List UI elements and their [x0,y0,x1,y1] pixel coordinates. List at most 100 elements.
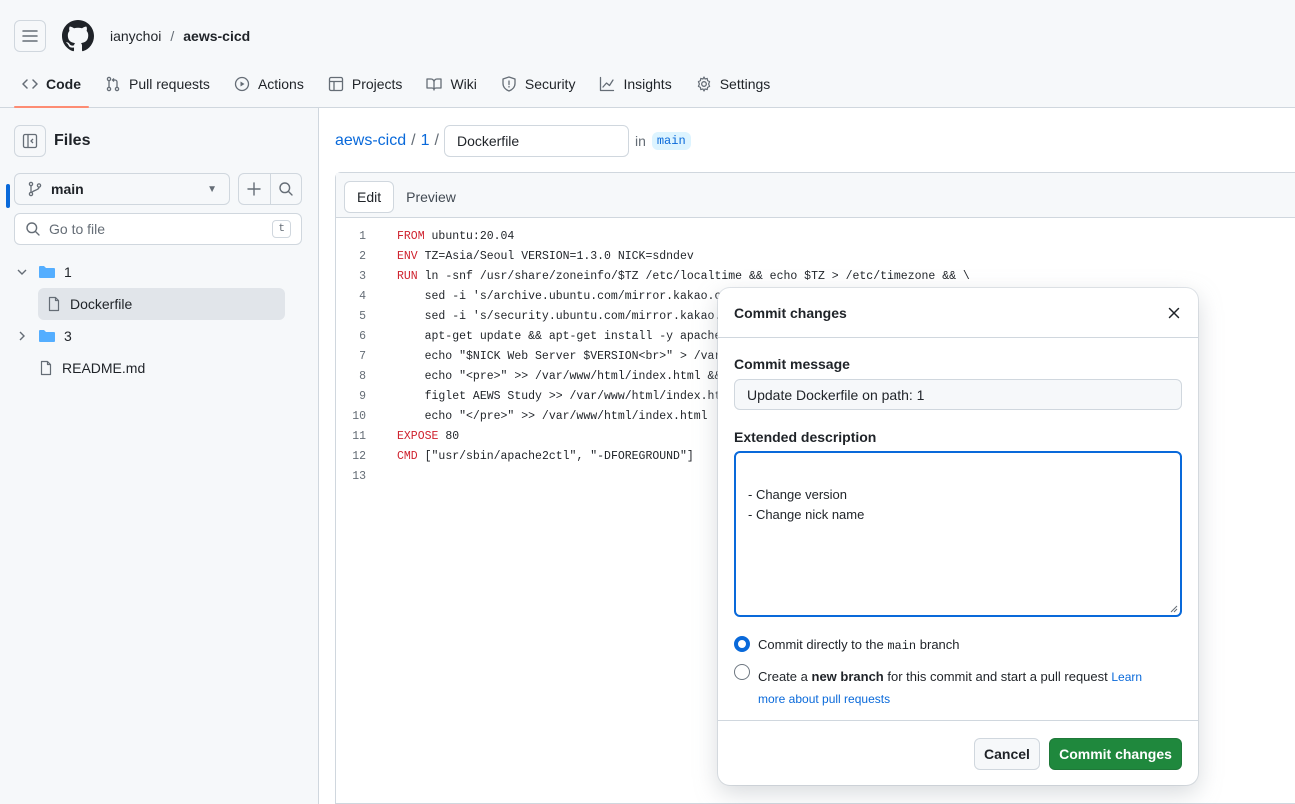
code-text: figlet AEWS Study >> /var/www/html/index… [397,390,736,403]
code-keyword: FROM [397,230,425,243]
github-logo-icon[interactable] [62,20,94,52]
code-line[interactable]: RUN ln -snf /usr/share/zoneinfo/$TZ /etc… [397,267,970,287]
commit-directly-radio[interactable] [734,636,750,652]
tab-actions[interactable]: Actions [226,66,312,102]
tab-wiki-label: Wiki [450,76,477,92]
search-files-button[interactable] [271,174,302,204]
path-separator: / [411,132,416,149]
learn-more-link-cont[interactable]: more about pull requests [758,692,890,706]
close-icon[interactable] [1166,305,1182,321]
repo-owner-link[interactable]: ianychoi [110,28,161,44]
line-number: 7 [359,350,366,363]
path-dir-link[interactable]: 1 [421,132,430,150]
menu-button[interactable] [14,20,46,52]
option1-suffix: branch [919,637,960,652]
line-number: 4 [359,290,366,303]
tree-folder-3[interactable]: 3 [14,320,294,352]
hamburger-icon [22,30,38,42]
code-line[interactable]: echo "</pre>" >> /var/www/html/index.htm… [397,407,708,427]
commit-directly-option[interactable]: Commit directly to the main branch [758,637,960,653]
code-text: ubuntu:20.04 [424,230,515,243]
sidebar-actions [238,173,302,205]
line-number: 9 [359,390,366,403]
caret-down-icon: ▼ [207,183,217,195]
book-icon [426,78,443,91]
branch-name: main [51,181,84,197]
tab-insights[interactable]: Insights [591,66,679,102]
tree-file-readme[interactable]: README.md [38,352,294,384]
plus-icon [247,182,261,196]
cancel-button[interactable]: Cancel [974,738,1040,770]
tree-item-label: 1 [64,264,72,280]
tab-wiki[interactable]: Wiki [418,66,484,102]
go-to-file-input[interactable]: Go to file t [14,213,302,245]
code-text: sed -i 's/security.ubuntu.com/mirror.kak… [397,310,736,323]
line-number: 2 [359,250,366,263]
create-branch-radio[interactable] [734,664,750,680]
option1-prefix: Commit directly to the [758,637,884,652]
tab-settings-label: Settings [719,76,771,92]
tree-file-dockerfile[interactable]: Dockerfile [38,288,285,320]
chevron-right-icon [19,331,25,341]
tab-code[interactable]: Code [14,66,89,108]
extended-description-label: Extended description [734,429,877,445]
tab-security[interactable]: Security [493,66,584,102]
tree-folder-1[interactable]: 1 [14,256,294,288]
create-branch-option[interactable]: Create a new branch for this commit and … [758,666,1178,710]
code-line[interactable]: FROM ubuntu:20.04 [397,227,514,247]
repo-name-link[interactable]: aews-cicd [183,28,250,44]
code-text: echo "$NICK Web Server $VERSION<br>" > /… [397,350,736,363]
line-number: 8 [359,370,366,383]
commit-message-label: Commit message [734,356,850,372]
code-line[interactable]: EXPOSE 80 [397,427,459,447]
tab-projects-label: Projects [351,76,403,92]
add-file-button[interactable] [239,174,271,204]
tree-item-label: README.md [62,360,146,376]
commit-changes-button[interactable]: Commit changes [1049,738,1182,770]
collapse-sidebar-button[interactable] [14,125,46,157]
extended-description-textarea[interactable]: - Change version - Change nick name [734,451,1182,617]
commit-message-input[interactable]: Update Dockerfile on path: 1 [734,379,1182,410]
code-line[interactable]: echo "<pre>" >> /var/www/html/index.html… [397,367,736,387]
code-line[interactable]: sed -i 's/archive.ubuntu.com/mirror.kaka… [397,287,736,307]
tab-pull-requests[interactable]: Pull requests [97,66,218,102]
tab-edit[interactable]: Edit [344,181,395,213]
tab-projects[interactable]: Projects [320,66,411,102]
tab-pull-requests-label: Pull requests [129,76,210,92]
file-icon [48,296,60,312]
shield-icon [502,76,516,92]
code-text: ln -snf /usr/share/zoneinfo/$TZ /etc/loc… [417,270,970,283]
code-line[interactable]: echo "$NICK Web Server $VERSION<br>" > /… [397,347,736,367]
file-icon [40,360,52,376]
branch-badge: main [651,132,691,150]
filename-input[interactable]: Dockerfile [443,125,629,157]
line-number: 10 [352,410,366,423]
code-keyword: CMD [397,450,418,463]
git-pull-request-icon [106,76,120,92]
tab-insights-label: Insights [623,76,672,92]
code-line[interactable]: figlet AEWS Study >> /var/www/html/index… [397,387,736,407]
line-number: 3 [359,270,366,283]
branch-selector[interactable]: main ▼ [14,173,230,205]
tree-item-label: 3 [64,328,72,344]
code-text: TZ=Asia/Seoul VERSION=1.3.0 NICK=sdndev [417,250,694,263]
editor-toolbar: Edit Preview [336,173,1295,218]
learn-more-link[interactable]: Learn [1111,670,1142,684]
code-line[interactable]: sed -i 's/security.ubuntu.com/mirror.kak… [397,307,736,327]
code-text: apt-get update && apt-get install -y apa… [397,330,729,343]
tab-settings[interactable]: Settings [688,66,779,102]
tab-preview[interactable]: Preview [394,181,468,213]
breadcrumb-separator: / [170,28,175,44]
code-line[interactable]: ENV TZ=Asia/Seoul VERSION=1.3.0 NICK=sdn… [397,247,694,267]
keyboard-shortcut: t [272,220,291,238]
go-to-file-placeholder: Go to file [49,221,106,237]
code-keyword: ENV [397,250,418,263]
code-icon [22,79,38,89]
code-line[interactable]: CMD ["usr/sbin/apache2ctl", "-DFOREGROUN… [397,447,694,467]
graph-icon [600,76,615,92]
path-repo-link[interactable]: aews-cicd [335,132,406,150]
code-line[interactable]: apt-get update && apt-get install -y apa… [397,327,729,347]
resize-grip-icon[interactable] [1168,603,1178,613]
dialog-header: Commit changes [718,288,1198,338]
line-number: 11 [352,430,366,443]
